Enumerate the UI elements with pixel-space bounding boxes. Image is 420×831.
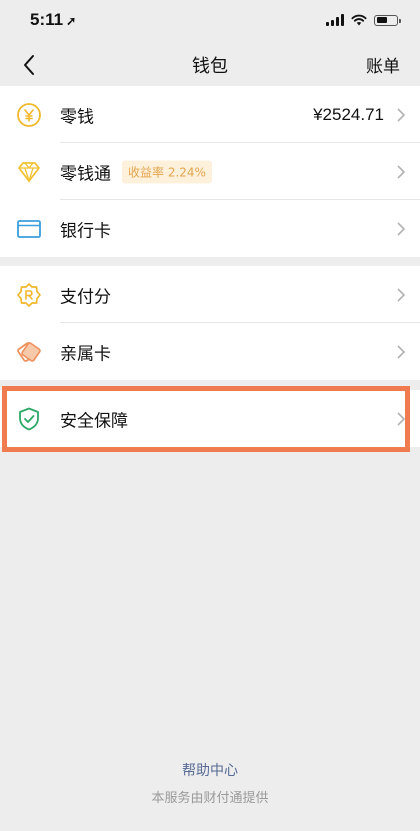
row-pay-score[interactable]: 支付分 xyxy=(0,266,420,323)
row-label: 银行卡 xyxy=(60,221,111,241)
wifi-icon xyxy=(351,14,367,26)
row-label: 零钱 xyxy=(60,107,94,127)
yuan-coin-icon xyxy=(17,102,41,127)
row-label: 支付分 xyxy=(60,287,111,307)
row-security[interactable]: 安全保障 xyxy=(0,390,420,447)
row-family-card[interactable]: 亲属卡 xyxy=(0,323,420,380)
wallet-group-services: 支付分 亲属卡 xyxy=(0,266,420,380)
yield-badge: 收益率 2.24% xyxy=(122,160,212,183)
status-indicators xyxy=(326,12,401,28)
battery-icon xyxy=(374,14,401,26)
location-arrow-icon: ➚ xyxy=(66,14,77,28)
row-label: 安全保障 xyxy=(60,411,128,431)
chevron-right-icon xyxy=(397,221,406,236)
chevron-right-icon xyxy=(397,107,406,122)
status-time: 5:11 ➚ xyxy=(30,10,76,30)
bank-card-icon xyxy=(17,219,41,238)
chevron-right-icon xyxy=(397,411,406,426)
provider-note: 本服务由财付通提供 xyxy=(151,791,269,806)
chevron-right-icon xyxy=(397,164,406,179)
diamond-icon xyxy=(18,161,40,183)
row-change[interactable]: 零钱 ¥2524.71 xyxy=(0,86,420,143)
bills-button[interactable]: 账单 xyxy=(366,52,400,77)
row-bank-card[interactable]: 银行卡 xyxy=(0,200,420,257)
chevron-right-icon xyxy=(397,344,406,359)
credit-score-icon xyxy=(17,282,41,307)
row-label: 亲属卡 xyxy=(60,344,111,364)
wallet-group-security: 安全保障 xyxy=(0,390,420,447)
shield-check-icon xyxy=(19,407,39,430)
family-card-icon xyxy=(17,341,41,362)
row-licaitong[interactable]: 零钱通 收益率 2.24% xyxy=(0,143,420,200)
chevron-right-icon xyxy=(397,287,406,302)
row-label: 零钱通 xyxy=(60,164,111,184)
nav-bar: 钱包 账单 xyxy=(0,42,420,86)
wallet-group-balance: 零钱 ¥2524.71 零钱通 收益率 2.24% 银行卡 xyxy=(0,86,420,257)
help-center-link[interactable]: 帮助中心 xyxy=(0,760,420,780)
status-time-text: 5:11 xyxy=(30,10,64,29)
balance-value: ¥2524.71 xyxy=(313,104,384,124)
status-bar: 5:11 ➚ xyxy=(0,0,420,42)
page-title: 钱包 xyxy=(192,56,228,77)
signal-icon xyxy=(326,14,344,26)
